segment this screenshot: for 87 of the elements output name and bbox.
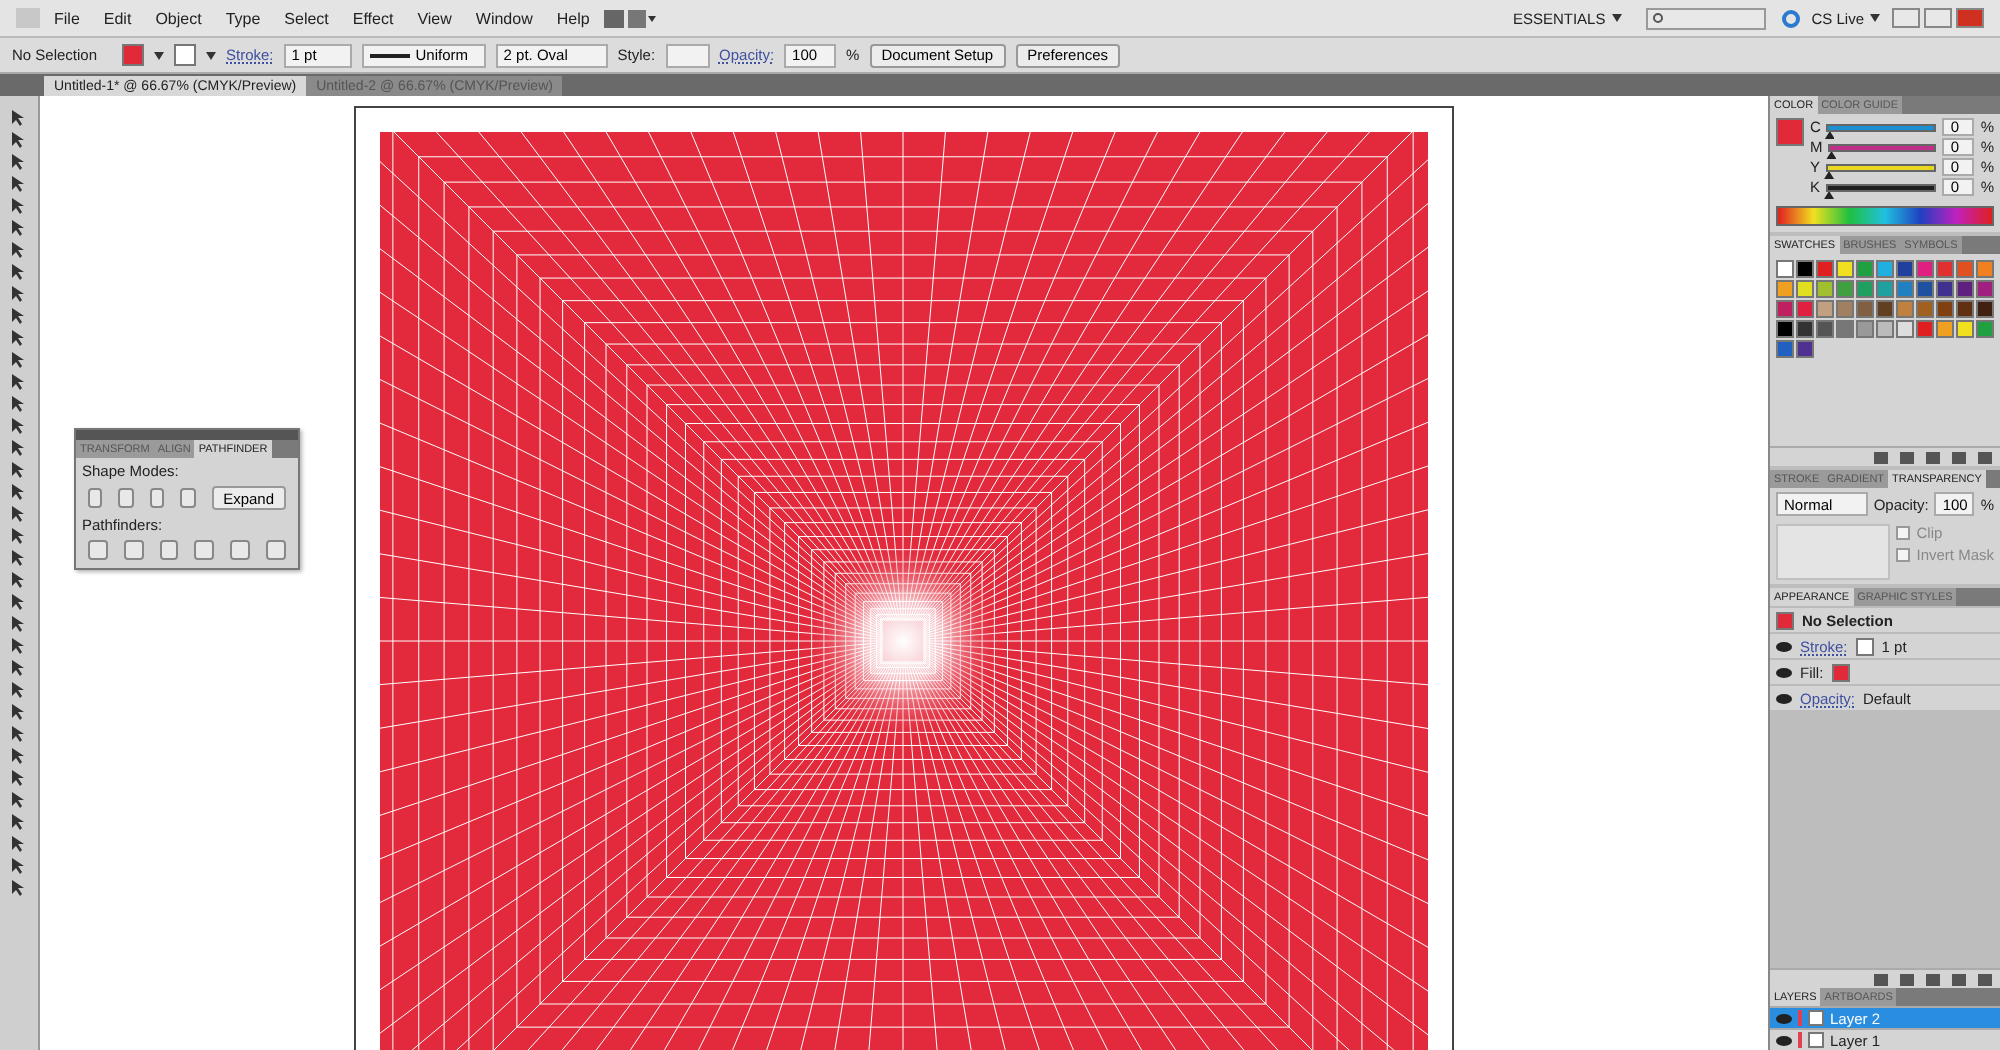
color-swatch[interactable]	[1956, 280, 1974, 298]
caret-icon	[1611, 14, 1622, 22]
color-swatch[interactable]	[1816, 280, 1834, 298]
color-swatch[interactable]	[1776, 280, 1794, 298]
color-swatch[interactable]	[1936, 280, 1954, 298]
slider-thumb[interactable]	[1826, 151, 1837, 159]
color-swatch[interactable]	[1856, 260, 1874, 278]
menu-item[interactable]: Edit	[93, 9, 142, 27]
fill-swatch[interactable]	[122, 44, 144, 66]
color-swatch[interactable]	[1816, 320, 1834, 338]
color-swatch[interactable]	[1796, 340, 1814, 358]
color-swatch[interactable]	[1836, 280, 1854, 298]
slider-thumb[interactable]	[1824, 131, 1835, 139]
mask-preview	[1776, 524, 1891, 580]
color-swatch[interactable]	[1956, 300, 1974, 318]
color-swatch[interactable]	[1896, 260, 1914, 278]
menu-item[interactable]: Object	[145, 9, 212, 27]
color-swatch[interactable]	[1876, 300, 1894, 318]
color-swatch[interactable]	[1976, 260, 1994, 278]
fill-swatch[interactable]	[1776, 118, 1804, 146]
checkbox[interactable]	[1896, 526, 1911, 540]
stroke-swatch[interactable]	[174, 44, 196, 66]
color-swatch[interactable]	[1836, 260, 1854, 278]
color-swatch[interactable]	[1976, 300, 1994, 318]
menu-item[interactable]: Window	[465, 9, 543, 27]
search-field[interactable]	[1645, 7, 1766, 29]
caret-icon	[154, 51, 164, 59]
color-swatch[interactable]	[1856, 300, 1874, 318]
color-swatch[interactable]	[1796, 260, 1814, 278]
color-swatch[interactable]	[1976, 280, 1994, 298]
color-swatch[interactable]	[1896, 320, 1914, 338]
pathfinder-icon[interactable]	[159, 540, 179, 560]
color-swatch[interactable]	[1856, 280, 1874, 298]
menu-item[interactable]: Effect	[342, 9, 404, 27]
minimize-button[interactable]	[1892, 8, 1920, 28]
line-icon	[369, 53, 410, 57]
color-swatch[interactable]	[1956, 320, 1974, 338]
pathfinder-icon[interactable]	[194, 540, 215, 560]
color-swatch[interactable]	[1816, 260, 1834, 278]
menu-item[interactable]: Select	[274, 9, 339, 27]
color-swatch[interactable]	[1896, 280, 1914, 298]
color-swatch[interactable]	[1796, 280, 1814, 298]
caret-icon	[206, 51, 216, 59]
stroke-swatch[interactable]	[1855, 637, 1874, 655]
color-spectrum[interactable]	[1776, 206, 1994, 226]
menu-item[interactable]: Help	[546, 9, 600, 27]
menu-item[interactable]: File	[44, 9, 90, 27]
color-swatch[interactable]	[1796, 320, 1814, 338]
menu-item[interactable]: View	[407, 9, 462, 27]
color-swatch[interactable]	[1796, 300, 1814, 318]
color-swatch[interactable]	[1876, 280, 1894, 298]
color-swatch[interactable]	[1916, 280, 1934, 298]
cs-live-icon	[1781, 9, 1800, 27]
color-swatch[interactable]	[1936, 260, 1954, 278]
color-swatch[interactable]	[1876, 320, 1894, 338]
pathfinder-icon[interactable]	[88, 540, 108, 560]
color-swatch[interactable]	[1776, 340, 1794, 358]
slider-thumb[interactable]	[1824, 191, 1835, 199]
fill-swatch[interactable]	[1831, 663, 1850, 681]
color-swatch[interactable]	[1896, 300, 1914, 318]
caret-icon	[1870, 14, 1880, 22]
appearance-thumbnail	[1776, 611, 1794, 629]
color-swatch[interactable]	[1776, 300, 1794, 318]
pathfinder-icon[interactable]	[230, 540, 251, 560]
slider-thumb[interactable]	[1824, 171, 1835, 179]
color-swatch[interactable]	[1936, 320, 1954, 338]
search-icon	[1651, 12, 1664, 24]
color-swatch[interactable]	[1916, 300, 1934, 318]
arrange-icon[interactable]	[627, 9, 656, 27]
color-swatch[interactable]	[1916, 320, 1934, 338]
color-swatch[interactable]	[1776, 260, 1794, 278]
color-swatch[interactable]	[1836, 300, 1854, 318]
menu-item[interactable]: Type	[215, 9, 271, 27]
checkbox[interactable]	[1896, 548, 1911, 562]
color-swatch[interactable]	[1916, 260, 1934, 278]
pathfinder-icon[interactable]	[266, 540, 286, 560]
maximize-button[interactable]	[1924, 8, 1952, 28]
color-swatch[interactable]	[1976, 320, 1994, 338]
pathfinder-icon[interactable]	[123, 540, 144, 560]
color-swatch[interactable]	[1956, 260, 1974, 278]
color-swatch[interactable]	[1776, 320, 1794, 338]
color-swatch[interactable]	[1836, 320, 1854, 338]
color-swatch[interactable]	[1876, 260, 1894, 278]
color-swatch[interactable]	[1936, 300, 1954, 318]
style-dropdown[interactable]	[665, 43, 710, 67]
color-swatch[interactable]	[1816, 300, 1834, 318]
color-swatch[interactable]	[1856, 320, 1874, 338]
